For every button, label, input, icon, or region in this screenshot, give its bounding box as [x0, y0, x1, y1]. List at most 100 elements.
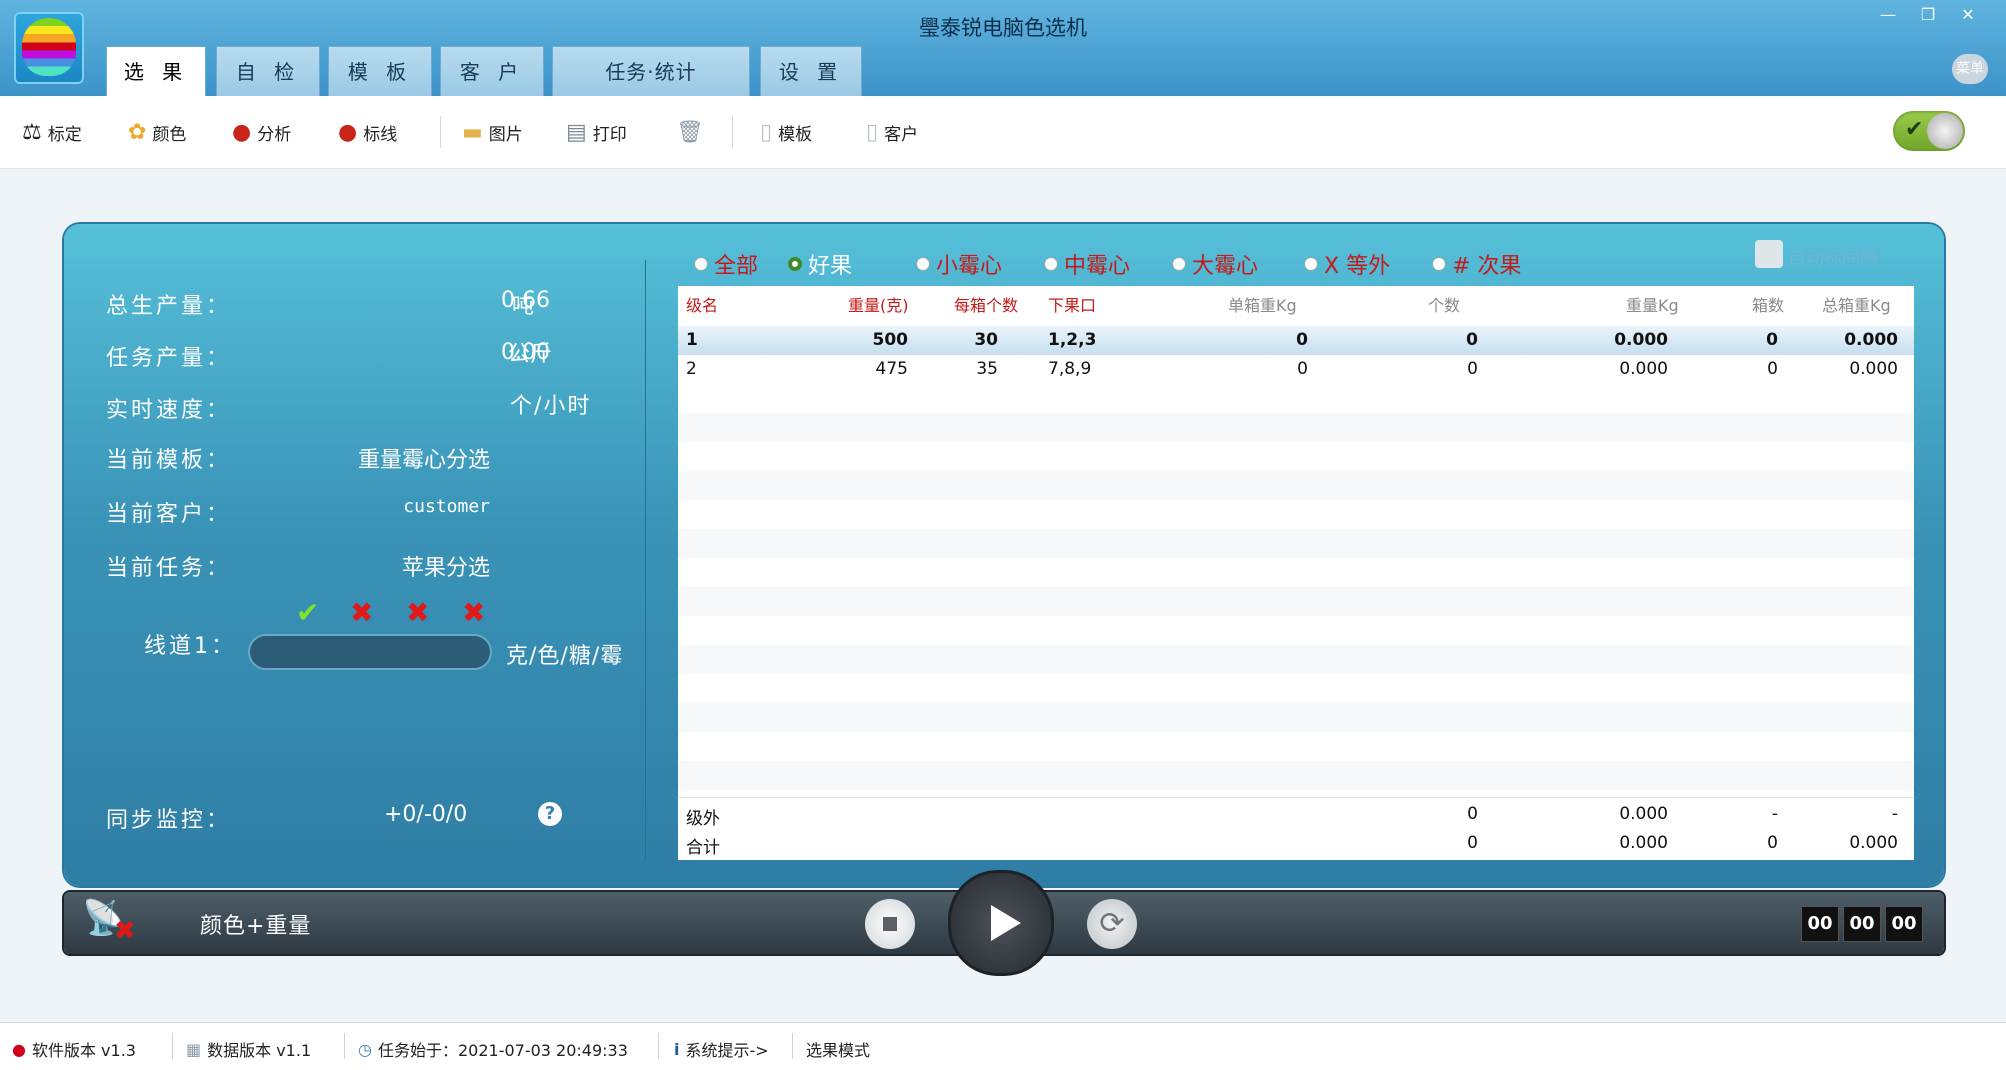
power-toggle[interactable]: ✔	[1893, 111, 1965, 151]
customer-label: 当前客户：	[106, 502, 232, 527]
speed-unit: 个/小时	[510, 394, 592, 419]
timer-minutes: 00	[1843, 906, 1881, 942]
radio-icon	[916, 257, 930, 271]
auto-interval-checkbox[interactable]	[1755, 240, 1783, 268]
app-icon: ●	[12, 1039, 26, 1059]
empty-row	[678, 587, 1914, 616]
table-row[interactable]: 2 475 35 7,8,9 0 0 0.000 0 0.000	[678, 355, 1914, 384]
help-icon[interactable]: ?	[538, 802, 562, 826]
tab-settings[interactable]: 设 置	[760, 46, 862, 96]
fail-x-icon: ✖	[406, 596, 430, 629]
tab-customer[interactable]: 客 户	[440, 46, 544, 96]
filter-all[interactable]: 全部	[694, 248, 758, 280]
empty-row	[678, 645, 1914, 674]
col-outlet: 下果口	[1048, 296, 1097, 315]
software-version: ● 软件版本 v1.3	[12, 1039, 136, 1061]
restore-button[interactable]: ❐	[1910, 2, 1946, 28]
panel-divider	[645, 260, 646, 860]
empty-row	[678, 529, 1914, 558]
lane-1-input[interactable]	[248, 634, 492, 670]
color-button[interactable]: ✿ 颜色	[128, 116, 186, 148]
task-label: 当前任务：	[106, 556, 232, 581]
col-per-box: 每箱个数	[954, 296, 1019, 315]
apple-magnifier-icon: ●	[232, 119, 252, 145]
refresh-button[interactable]: ⟳	[1087, 899, 1137, 949]
title-bar: 璺泰锐电脑色选机 — ❐ ✕ 菜单 选 果 自 检 模 板 客 户 任务·统计 …	[0, 0, 2006, 98]
customer-button[interactable]: ▯ 客户	[866, 116, 918, 148]
total-row: 合计 0 0.000 0 0.000	[686, 833, 1898, 858]
system-hint: i 系统提示->	[674, 1039, 769, 1061]
sync-monitor-label: 同步监控：	[106, 808, 232, 833]
tab-sort-fruit[interactable]: 选 果	[106, 46, 206, 98]
toggle-knob	[1927, 113, 1963, 149]
filter-small-mold[interactable]: 小霉心	[916, 248, 1002, 280]
empty-row	[678, 471, 1914, 500]
col-unit-box-weight: 单箱重Kg	[1228, 296, 1297, 315]
table-row[interactable]: 1 500 30 1,2,3 0 0 0.000 0 0.000	[678, 326, 1914, 355]
status-separator	[792, 1033, 793, 1059]
analyze-button[interactable]: ● 分析	[232, 116, 291, 148]
status-separator	[344, 1033, 345, 1059]
close-button[interactable]: ✕	[1950, 2, 1986, 28]
auto-interval-label: 自动标间隔	[1788, 248, 1878, 269]
window-title: 璺泰锐电脑色选机	[919, 16, 1087, 40]
timer-hours: 00	[1801, 906, 1839, 942]
radio-icon	[1304, 257, 1318, 271]
tab-self-check[interactable]: 自 检	[216, 46, 320, 96]
lane-label: 线道1：	[144, 634, 236, 659]
template-button[interactable]: ▯ 模板	[760, 116, 812, 148]
checkmark-icon: ✔	[1905, 117, 1924, 142]
tab-template[interactable]: 模 板	[328, 46, 432, 96]
task-value: 苹果分选	[401, 556, 490, 581]
signal-antenna-icon: 📡 ✖	[82, 898, 136, 946]
flower-icon: ✿	[128, 119, 147, 145]
stop-button[interactable]	[865, 899, 915, 949]
clock-icon: ◷	[358, 1039, 372, 1059]
print-button[interactable]: ▤ 打印	[566, 116, 627, 148]
total-output-unit: 吨	[512, 294, 535, 319]
filter-medium-mold[interactable]: 中霉心	[1044, 248, 1130, 280]
customer-value: customer	[403, 496, 490, 517]
radio-icon	[1432, 257, 1446, 271]
timer-seconds: 00	[1885, 906, 1923, 942]
radio-icon	[694, 257, 708, 271]
picture-button[interactable]: ▬ 图片	[462, 116, 523, 148]
filter-large-mold[interactable]: 大霉心	[1172, 248, 1258, 280]
database-icon: ▦	[186, 1039, 202, 1059]
toolbar: ⚖ 标定 ✿ 颜色 ● 分析 ● 标线 ▬ 图片 ▤ 打印 🗑 ▯ 模板 ▯ 客户	[0, 96, 2006, 169]
folder-icon: ▬	[462, 119, 483, 145]
status-separator	[658, 1033, 659, 1059]
minimize-button[interactable]: —	[1870, 2, 1906, 28]
printer-icon: ▤	[566, 119, 587, 145]
col-boxes: 箱数	[1752, 296, 1785, 315]
toolbar-separator	[732, 116, 733, 148]
menu-button[interactable]: 菜单	[1952, 54, 1988, 84]
status-separator	[172, 1033, 173, 1059]
toolbar-separator	[440, 116, 441, 148]
data-version: ▦ 数据版本 v1.1	[186, 1039, 312, 1061]
refresh-icon: ⟳	[1099, 906, 1125, 941]
out-of-grade-row: 级外 0 0.000 - -	[686, 804, 1898, 829]
empty-row	[678, 703, 1914, 732]
radio-icon	[1172, 257, 1186, 271]
calibrate-button[interactable]: ⚖ 标定	[22, 116, 82, 148]
document-icon: ▯	[760, 119, 773, 145]
current-mode: 选果模式	[806, 1041, 871, 1060]
sort-mode-text: 颜色+重量	[200, 914, 312, 939]
start-button[interactable]	[948, 870, 1054, 976]
filter-good[interactable]: 好果	[788, 248, 852, 280]
radio-icon	[1044, 257, 1058, 271]
scale-icon: ⚖	[22, 119, 42, 145]
template-value: 重量霉心分选	[357, 448, 490, 473]
info-icon: i	[674, 1039, 680, 1059]
disconnected-x-icon: ✖	[114, 916, 136, 946]
status-bar: ● 软件版本 v1.3 ▦ 数据版本 v1.1 ◷ 任务始于：2021-07-03 2…	[0, 1022, 2006, 1070]
tab-task-stats[interactable]: 任务·统计	[552, 46, 750, 96]
filter-out-of-grade[interactable]: X 等外	[1304, 248, 1390, 280]
delete-button[interactable]: 🗑	[676, 116, 710, 148]
main-panel: 总生产量： 0.66 吨 任务产量： 0.00 公斤 实时速度： 个/小时 当前…	[64, 224, 1944, 886]
footer-divider	[678, 797, 1914, 798]
mark-line-button[interactable]: ● 标线	[338, 116, 397, 148]
lane-unit: 克/色/糖/霉	[506, 644, 624, 669]
filter-inferior[interactable]: # 次果	[1432, 248, 1521, 280]
